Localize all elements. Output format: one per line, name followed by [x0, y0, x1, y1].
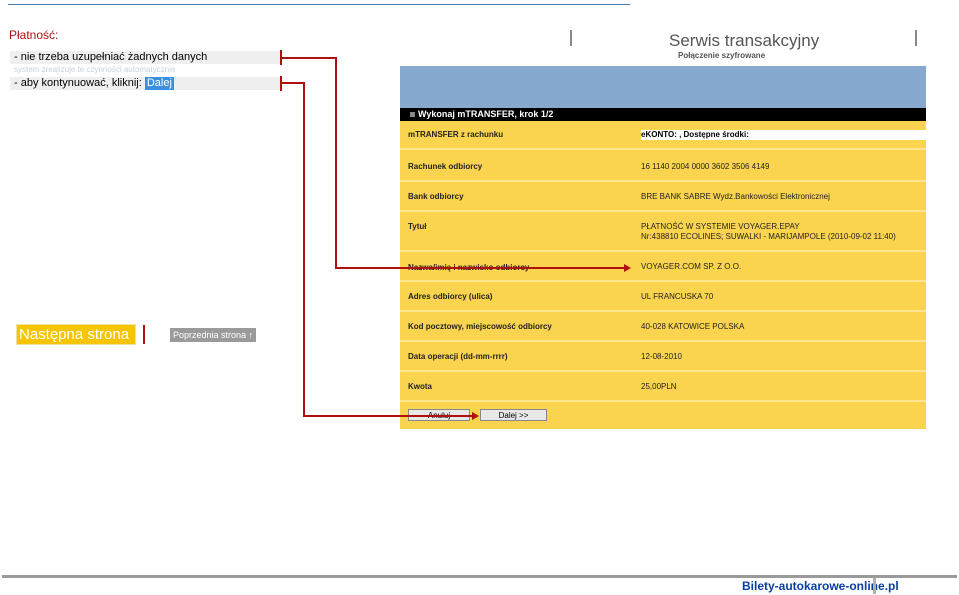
row-label: Data operacji (dd-mm-rrrr) [408, 352, 508, 361]
ghost-text: system zrealizuje te czynności automatyc… [14, 65, 176, 74]
next-page-button[interactable]: Następna strona ↓ [16, 324, 136, 362]
row-label: Rachunek odbiorcy [408, 162, 483, 171]
nav-separator [143, 325, 145, 344]
row-value: VOYAGER.COM SP. Z O.O. [641, 262, 742, 271]
bank-title: Serwis transakcyjny [669, 31, 820, 50]
row-value: PŁATNOŚĆ W SYSTEMIE VOYAGER.EPAY [641, 222, 800, 231]
row-divider [400, 210, 926, 212]
row-divider [400, 310, 926, 312]
arrow-head [472, 412, 479, 420]
row-label: Adres odbiorcy (ulica) [408, 292, 493, 301]
arrow-line [303, 82, 305, 416]
row-value: 40-028 KATOWICE POLSKA [641, 322, 745, 331]
row-value: 25,00PLN [641, 382, 677, 391]
bank-subtitle: Połączenie szyfrowane [678, 51, 766, 60]
row-value: 16 1140 2004 0000 3602 3506 4149 [641, 162, 770, 171]
note-no-data: - nie trzeba uzupełniać żadnych danych [10, 51, 280, 64]
footer-divider [873, 578, 876, 594]
step-label: Wykonaj mTRANSFER, krok 1/2 [418, 109, 554, 119]
next-step-button[interactable]: Dalej >> [480, 409, 547, 421]
top-rule [8, 4, 630, 5]
row-label: Kod pocztowy, miejscowość odbiorcy [408, 322, 552, 331]
step-header: Wykonaj mTRANSFER, krok 1/2 [400, 108, 926, 121]
row-divider [400, 250, 926, 252]
header-divider [570, 30, 572, 46]
page-title: Płatność: [9, 28, 59, 42]
row-label: Kwota [408, 382, 432, 391]
note-continue-label: - aby kontynuować, kliknij: [14, 77, 145, 89]
arrow-line [282, 57, 337, 59]
row-label: Bank odbiorcy [408, 192, 464, 201]
account-select[interactable]: eKONTO: , Dostępne środki: [641, 130, 926, 140]
account-label: mTRANSFER z rachunku [408, 130, 504, 139]
row-divider [400, 400, 926, 402]
row-value: 12-08-2010 [641, 352, 682, 361]
row-label: Tytuł [408, 222, 427, 231]
dalej-hint[interactable]: Dalej [144, 77, 174, 90]
header-divider [915, 30, 917, 46]
row-divider [400, 148, 926, 150]
row-divider [400, 280, 926, 282]
bank-band [400, 66, 926, 108]
square-icon [410, 112, 415, 117]
footer-rule [2, 575, 957, 578]
arrow-line [303, 415, 473, 417]
note-continue: - aby kontynuować, kliknij: Dalej [10, 77, 280, 90]
row-divider [400, 340, 926, 342]
row-value: UL FRANCUSKA 70 [641, 292, 714, 301]
row-value: BRE BANK SABRE Wydz.Bankowości Elektroni… [641, 192, 830, 201]
transfer-form: mTRANSFER z rachunku eKONTO: , Dostępne … [400, 121, 926, 429]
arrow-line [335, 267, 625, 269]
bank-screenshot: Serwis transakcyjny Połączenie szyfrowan… [400, 28, 926, 429]
arrow-head [624, 264, 631, 272]
arrow-line [282, 82, 305, 84]
row-divider [400, 180, 926, 182]
bank-header: Serwis transakcyjny Połączenie szyfrowan… [400, 28, 926, 66]
arrow-line [335, 57, 337, 268]
row-value-2: Nr:438810 ECOLINES; SUWALKI - MARIJAMPOL… [641, 232, 896, 241]
row-divider [400, 370, 926, 372]
prev-page-button[interactable]: Poprzednia strona ↑ [170, 328, 256, 342]
